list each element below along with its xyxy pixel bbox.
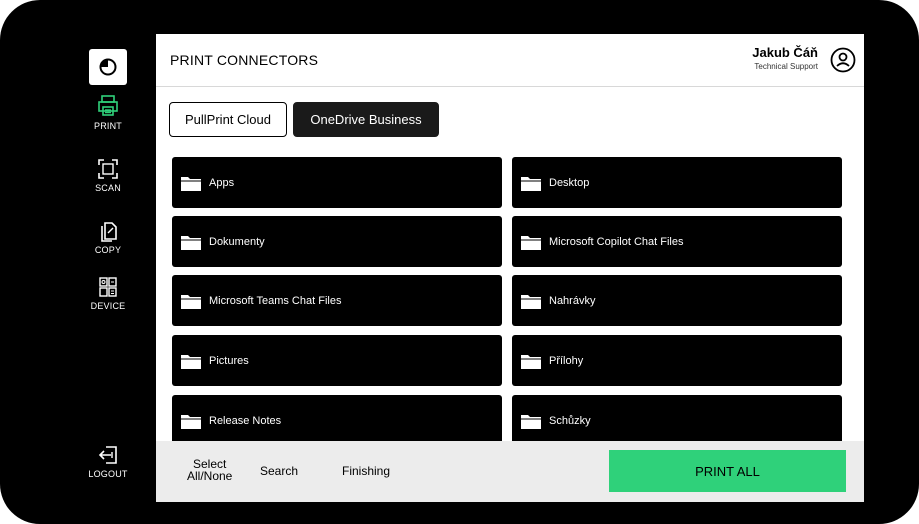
sidebar-item-label: DEVICE — [90, 301, 126, 311]
sidebar-item-label: SCAN — [95, 183, 121, 193]
print-all-button[interactable]: PRINT ALL — [609, 450, 846, 492]
folder-item[interactable]: Schůzky — [512, 395, 842, 441]
folder-icon — [521, 235, 541, 250]
folder-icon — [181, 235, 201, 250]
finishing-button[interactable]: Finishing — [342, 464, 390, 478]
sidebar-item-print[interactable]: PRINT — [60, 94, 156, 131]
folder-name: Microsoft Teams Chat Files — [209, 294, 342, 307]
bottom-action-bar: Select All/None Search Finishing PRINT A… — [156, 441, 864, 502]
folder-name: Nahrávky — [549, 294, 596, 307]
screen: PRINT SCAN COPY DEVICE LOGOUT PRINT CONN… — [60, 34, 864, 502]
folder-item[interactable]: Release Notes — [172, 395, 502, 441]
folder-name: Schůzky — [549, 414, 591, 427]
folder-item[interactable]: Nahrávky — [512, 275, 842, 326]
user-avatar-icon[interactable] — [830, 47, 856, 73]
folder-item[interactable]: Apps — [172, 157, 502, 208]
folder-name: Release Notes — [209, 414, 282, 427]
folder-name: Dokumenty — [209, 235, 265, 248]
sidebar-item-scan[interactable]: SCAN — [60, 158, 156, 193]
folder-name: Microsoft Copilot Chat Files — [549, 235, 684, 248]
logout-button[interactable]: LOGOUT — [60, 444, 156, 479]
folder-item[interactable]: Microsoft Copilot Chat Files — [512, 216, 842, 267]
folder-item[interactable]: Desktop — [512, 157, 842, 208]
device-icon — [99, 277, 117, 297]
sidebar: PRINT SCAN COPY DEVICE LOGOUT — [60, 34, 156, 502]
folder-icon — [521, 294, 541, 309]
scan-icon — [98, 159, 118, 179]
sidebar-item-label: PRINT — [94, 121, 122, 131]
search-button[interactable]: Search — [260, 464, 298, 478]
folder-name: Apps — [209, 176, 235, 189]
printer-icon — [98, 95, 118, 116]
tab-pullprint-cloud[interactable]: PullPrint Cloud — [169, 102, 287, 137]
sidebar-item-label: COPY — [94, 245, 122, 255]
folder-item[interactable]: Přílohy — [512, 335, 842, 386]
tab-onedrive-business[interactable]: OneDrive Business — [293, 102, 439, 137]
select-label-line2: All/None — [187, 469, 233, 483]
sidebar-item-copy[interactable]: COPY — [60, 220, 156, 255]
folder-icon — [521, 354, 541, 369]
page-title: PRINT CONNECTORS — [170, 52, 319, 68]
folder-icon — [181, 176, 201, 191]
folder-icon — [521, 414, 541, 429]
user-name: Jakub Čáň — [752, 45, 818, 60]
logout-label: LOGOUT — [88, 469, 128, 479]
logo-icon — [99, 58, 117, 76]
folder-icon — [521, 176, 541, 191]
app-logo — [89, 49, 127, 85]
sidebar-item-device[interactable]: DEVICE — [60, 276, 156, 311]
header: PRINT CONNECTORS Jakub Čáň Technical Sup… — [156, 34, 864, 87]
folder-grid: Apps Desktop Dokumenty Microsoft Copilot… — [172, 157, 846, 441]
folder-icon — [181, 414, 201, 429]
folder-item[interactable]: Pictures — [172, 335, 502, 386]
folder-name: Pictures — [209, 354, 249, 367]
logout-icon — [98, 446, 117, 464]
folder-item[interactable]: Microsoft Teams Chat Files — [172, 275, 502, 326]
folder-name: Přílohy — [549, 354, 584, 367]
select-all-none-button[interactable]: Select All/None — [187, 458, 232, 482]
copy-icon — [101, 222, 117, 242]
folder-icon — [181, 354, 201, 369]
user-role: Technical Support — [754, 62, 818, 71]
folder-item[interactable]: Dokumenty — [172, 216, 502, 267]
folder-icon — [181, 294, 201, 309]
folder-name: Desktop — [549, 176, 590, 189]
